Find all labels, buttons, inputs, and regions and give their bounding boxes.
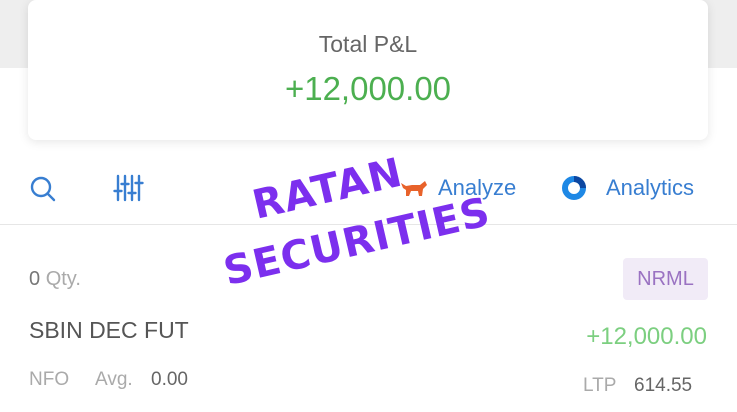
product-badge: NRML [623,258,708,300]
total-pnl-label: Total P&L [318,31,418,57]
analyze-label: Analyze [438,175,517,200]
avg-price-value: 0.00 [151,369,188,390]
avg-price-label: Avg. [95,369,133,390]
bull-icon [401,181,427,196]
analyze-link[interactable]: Analyze [398,175,516,201]
search-icon[interactable] [29,175,57,203]
ltp-value: 614.55 [634,375,693,396]
instrument-name: SBIN DEC FUT [29,317,189,343]
exchange-label: NFO [29,369,70,390]
position-row[interactable]: 0 Qty. NRML SBIN DEC FUT +12,000.00 NFO … [0,225,737,412]
qty-unit: Qty. [45,268,81,290]
total-pnl-value: +12,000.00 [284,70,452,107]
analytics-icon [562,176,586,200]
qty-value: 0 [29,268,41,290]
ltp-label: LTP [583,375,617,396]
position-quantity: 0 Qty. [29,268,81,291]
analytics-label: Analytics [606,175,695,200]
position-pnl: +12,000.00 [586,323,707,350]
total-pnl-card: Total P&L +12,000.00 [28,0,708,140]
sliders-icon[interactable] [113,173,145,203]
analytics-link[interactable]: Analytics [561,175,694,201]
positions-toolbar: Analyze Analytics [0,150,737,225]
